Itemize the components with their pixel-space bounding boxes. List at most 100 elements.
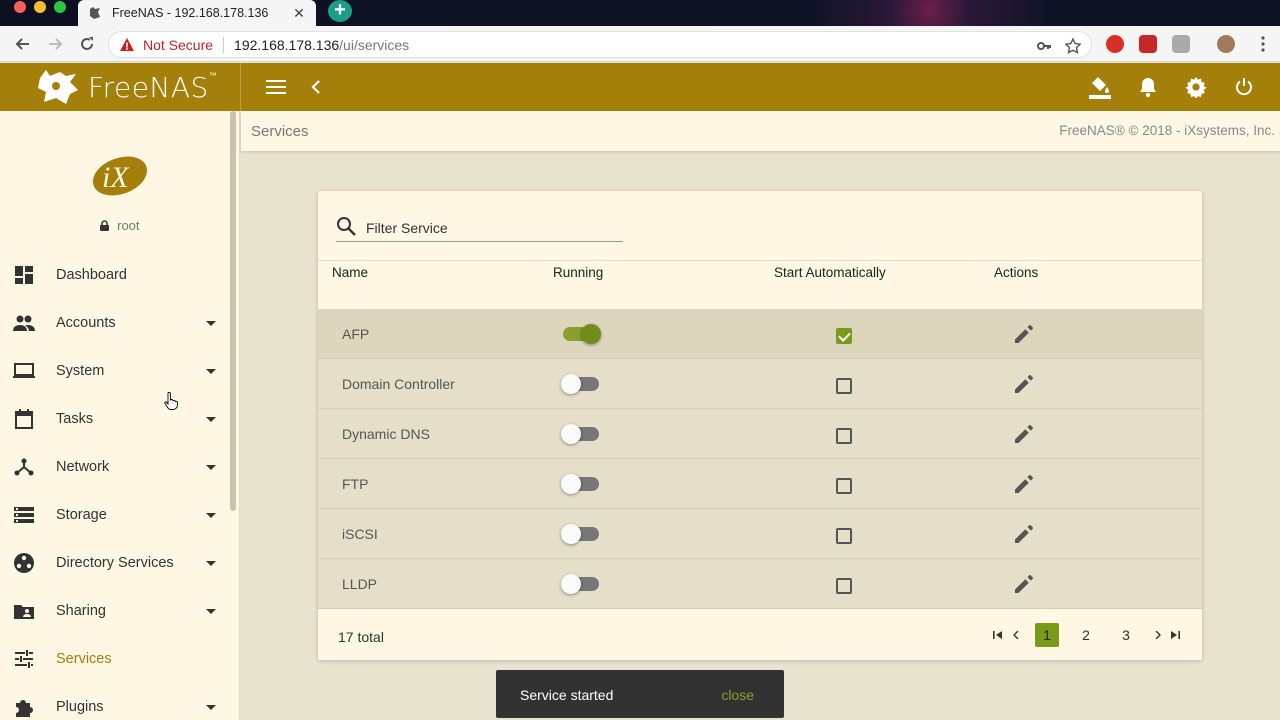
window-minimize-button[interactable] — [34, 1, 46, 13]
key-icon[interactable] — [1035, 37, 1053, 55]
table-row[interactable]: iSCSI — [318, 509, 1202, 559]
storage-icon — [12, 503, 36, 527]
address-bar[interactable]: Not Secure 192.168.178.136 /ui/services — [108, 31, 1092, 58]
start-automatically-checkbox[interactable] — [836, 328, 852, 344]
logo-text: FreeNAS™ — [88, 70, 218, 104]
extension-mail-icon[interactable] — [1172, 35, 1190, 53]
sidebar-item-sharing[interactable]: Sharing — [0, 587, 232, 635]
theme-paint-icon[interactable] — [1088, 75, 1112, 99]
toggle-knob — [581, 324, 601, 344]
browser-tab-strip: FreeNAS - 192.168.178.136 ✕ + — [0, 0, 1280, 26]
freenas-logo[interactable]: FreeNAS™ — [0, 63, 240, 111]
running-toggle[interactable] — [561, 424, 599, 444]
page-2-button[interactable]: 2 — [1074, 623, 1098, 647]
start-automatically-checkbox[interactable] — [836, 428, 852, 444]
reload-icon[interactable] — [76, 33, 98, 55]
url-path: /ui/services — [339, 36, 410, 53]
edit-pencil-icon[interactable] — [1015, 325, 1033, 343]
warning-icon — [120, 37, 134, 51]
sidebar-item-label: Plugins — [56, 699, 104, 715]
dashboard-icon — [12, 263, 36, 287]
hand-cursor-icon — [164, 392, 178, 410]
services-table-card: Name Running Start Automatically Actions… — [318, 191, 1202, 660]
running-toggle[interactable] — [561, 574, 599, 594]
page-1-button[interactable]: 1 — [1035, 623, 1059, 647]
sidebar-item-dashboard[interactable]: Dashboard — [0, 251, 232, 299]
profile-avatar[interactable] — [1217, 35, 1235, 53]
start-automatically-checkbox[interactable] — [836, 578, 852, 594]
sidebar-item-directory-services[interactable]: Directory Services — [0, 539, 232, 587]
window-zoom-button[interactable] — [54, 1, 66, 13]
extension-lastpass-icon[interactable] — [1139, 35, 1157, 53]
sidebar-item-network[interactable]: Network — [0, 443, 232, 491]
sidebar-item-label: Sharing — [56, 603, 106, 619]
header-divider — [240, 63, 241, 111]
service-name: FTP — [342, 476, 369, 492]
next-page-icon[interactable] — [1151, 623, 1165, 647]
user-info: root — [0, 218, 239, 233]
edit-pencil-icon[interactable] — [1015, 525, 1033, 543]
tab-close-icon[interactable]: ✕ — [292, 5, 306, 22]
edit-pencil-icon[interactable] — [1015, 475, 1033, 493]
bookmark-star-icon[interactable] — [1064, 37, 1082, 55]
first-page-icon[interactable] — [991, 623, 1005, 647]
table-row[interactable]: AFP — [318, 309, 1202, 359]
sidebar-item-plugins[interactable]: Plugins — [0, 683, 232, 720]
people-icon — [12, 311, 36, 335]
ixsystems-logo: iX — [92, 156, 148, 196]
start-automatically-checkbox[interactable] — [836, 528, 852, 544]
address-separator — [223, 36, 225, 53]
service-name: AFP — [342, 326, 370, 342]
table-row[interactable]: LLDP — [318, 559, 1202, 609]
table-row[interactable]: FTP — [318, 459, 1202, 509]
window-close-button[interactable] — [14, 1, 26, 13]
browser-menu-icon[interactable] — [1252, 33, 1274, 55]
chevron-down-icon — [206, 416, 216, 422]
extension-opera-icon[interactable] — [1106, 35, 1124, 53]
notifications-bell-icon[interactable] — [1136, 75, 1160, 99]
running-toggle[interactable] — [561, 524, 599, 544]
edit-pencil-icon[interactable] — [1015, 425, 1033, 443]
svg-text:iX: iX — [102, 161, 130, 194]
chevron-left-icon[interactable] — [304, 75, 328, 99]
sidebar-item-label: Tasks — [56, 411, 94, 427]
new-tab-button[interactable]: + — [328, 0, 352, 22]
filter-service-field[interactable] — [336, 217, 623, 242]
forward-arrow-icon[interactable] — [44, 33, 66, 55]
column-header-running[interactable]: Running — [553, 265, 603, 280]
power-icon[interactable] — [1232, 75, 1256, 99]
column-header-name[interactable]: Name — [332, 265, 368, 280]
filter-service-input[interactable] — [366, 220, 616, 236]
chevron-down-icon — [206, 704, 216, 710]
sidebar-item-storage[interactable]: Storage — [0, 491, 232, 539]
previous-page-icon[interactable] — [1009, 623, 1023, 647]
total-count: 17 total — [338, 629, 384, 645]
snackbar-close-button[interactable]: close — [721, 687, 754, 703]
start-automatically-checkbox[interactable] — [836, 478, 852, 494]
browser-tab[interactable]: FreeNAS - 192.168.178.136 ✕ — [78, 0, 316, 26]
back-arrow-icon[interactable] — [12, 33, 34, 55]
sidebar-item-system[interactable]: System — [0, 347, 232, 395]
sidebar-item-label: Network — [56, 459, 110, 475]
sidebar-item-label: Accounts — [56, 315, 116, 331]
start-automatically-checkbox[interactable] — [836, 378, 852, 394]
edit-pencil-icon[interactable] — [1015, 375, 1033, 393]
settings-gear-icon[interactable] — [1184, 75, 1208, 99]
table-row[interactable]: Dynamic DNS — [318, 409, 1202, 459]
last-page-icon[interactable] — [1168, 623, 1182, 647]
running-toggle[interactable] — [561, 474, 599, 494]
chevron-down-icon — [206, 560, 216, 566]
sidebar-item-tasks[interactable]: Tasks — [0, 395, 232, 443]
sidebar-item-label: Dashboard — [56, 267, 127, 283]
app-header: FreeNAS™ — [0, 63, 1280, 111]
menu-icon[interactable] — [264, 75, 288, 99]
page-3-button[interactable]: 3 — [1114, 623, 1138, 647]
table-row[interactable]: Domain Controller — [318, 359, 1202, 409]
running-toggle[interactable] — [561, 374, 599, 394]
column-header-start-automatically[interactable]: Start Automatically — [774, 265, 886, 280]
sidebar-item-services[interactable]: Services — [0, 635, 232, 683]
running-toggle[interactable] — [563, 324, 601, 344]
network-icon — [12, 455, 36, 479]
edit-pencil-icon[interactable] — [1015, 575, 1033, 593]
sidebar-item-accounts[interactable]: Accounts — [0, 299, 232, 347]
